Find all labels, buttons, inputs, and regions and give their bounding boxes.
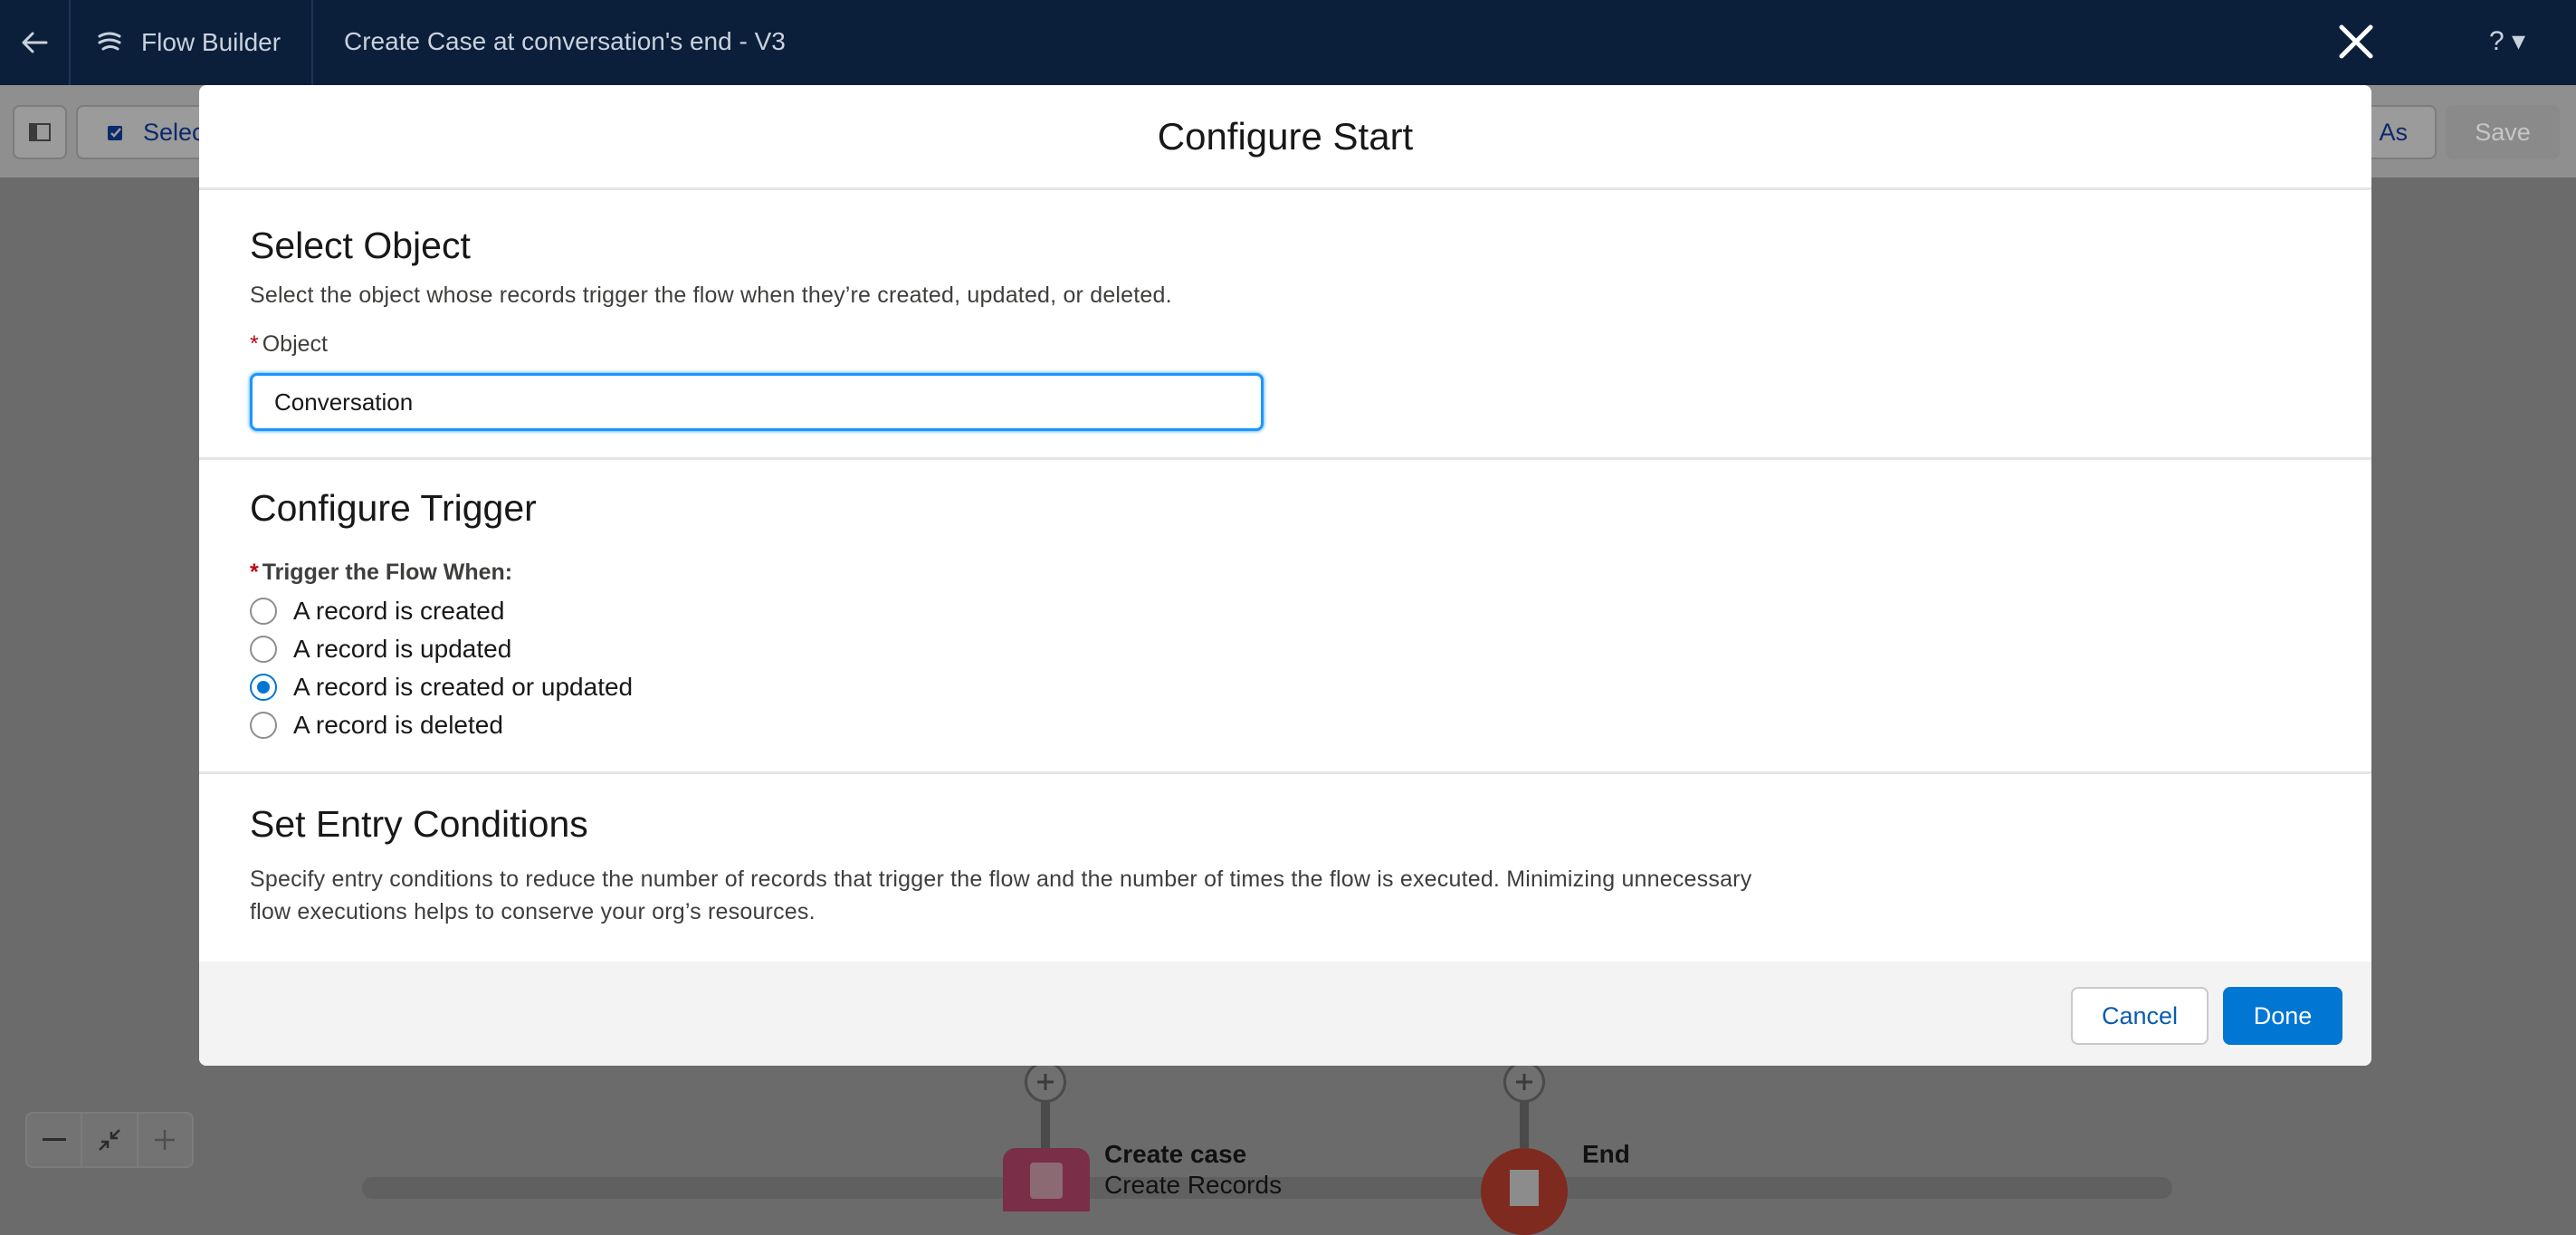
object-input[interactable] xyxy=(250,373,1264,431)
description-line-1: Specify entry conditions to reduce the n… xyxy=(250,866,1752,892)
radio-option-created[interactable]: A record is created xyxy=(250,597,504,626)
end-node-label: End xyxy=(1582,1139,1630,1170)
section-heading: Set Entry Conditions xyxy=(250,803,588,845)
configure-trigger-section: Configure Trigger * Trigger the Flow When… xyxy=(199,460,2371,774)
radio-button[interactable] xyxy=(250,598,277,625)
zoom-in-button[interactable] xyxy=(138,1114,192,1166)
save-button[interactable]: Save xyxy=(2446,105,2560,159)
panel-icon xyxy=(29,123,51,141)
select-object-section: Select Object Select the object whose re… xyxy=(199,190,2371,460)
section-description: Select the object whose records trigger … xyxy=(250,282,1172,308)
modal-title: Configure Start xyxy=(1157,114,1414,158)
app-header: Flow Builder Create Case at conversation… xyxy=(0,0,2576,85)
zoom-out-button[interactable] xyxy=(27,1114,83,1166)
create-records-node-icon[interactable] xyxy=(1003,1148,1090,1211)
section-heading: Select Object xyxy=(250,225,471,266)
node-title: Create case xyxy=(1104,1140,1247,1168)
add-element-button[interactable] xyxy=(1503,1061,1545,1103)
node-title: End xyxy=(1582,1140,1630,1168)
object-field-label: * Object xyxy=(250,331,328,358)
checkbox-icon xyxy=(108,126,122,140)
node-subtitle: Create Records xyxy=(1104,1171,1283,1199)
end-node-icon xyxy=(1481,1148,1568,1235)
radio-button[interactable] xyxy=(250,712,277,739)
entry-conditions-section: Set Entry Conditions Specify entry condi… xyxy=(199,774,2371,964)
radio-option-created-or-updated[interactable]: A record is created or updated xyxy=(250,673,633,702)
radio-button-selected[interactable] xyxy=(250,674,277,701)
stop-icon xyxy=(1510,1170,1539,1206)
trigger-field-label: * Trigger the Flow When: xyxy=(250,560,512,586)
plus-icon xyxy=(1516,1074,1532,1090)
configure-start-modal: Configure Start Select Object Select the… xyxy=(199,85,2371,1066)
section-description: Specify entry conditions to reduce the n… xyxy=(250,863,1807,928)
radio-label: A record is created xyxy=(293,597,505,625)
required-indicator: * xyxy=(250,331,259,357)
radio-option-updated[interactable]: A record is updated xyxy=(250,635,511,664)
flow-name: Create Case at conversation's end - V3 xyxy=(344,27,786,55)
zoom-controls xyxy=(25,1112,194,1168)
clipboard-icon xyxy=(1030,1163,1063,1199)
description-line-2: flow executions helps to conserve your o… xyxy=(250,899,816,924)
minus-icon xyxy=(42,1138,66,1141)
radio-label: A record is created or updated xyxy=(293,673,634,701)
close-icon xyxy=(2339,24,2373,59)
app-brand: Flow Builder xyxy=(71,0,313,85)
section-heading: Configure Trigger xyxy=(250,487,537,529)
radio-button[interactable] xyxy=(250,636,277,663)
done-button[interactable]: Done xyxy=(2223,987,2342,1045)
close-modal-button[interactable] xyxy=(2333,16,2379,67)
modal-header: Configure Start xyxy=(199,85,2371,190)
select-label: Selec xyxy=(143,118,205,146)
back-button[interactable] xyxy=(0,0,71,85)
flow-icon xyxy=(98,32,121,51)
shrink-icon xyxy=(99,1129,120,1151)
radio-label: A record is deleted xyxy=(293,711,503,739)
required-indicator: * xyxy=(250,560,259,585)
radio-option-deleted[interactable]: A record is deleted xyxy=(250,711,503,740)
create-case-node-label[interactable]: Create case Create Records xyxy=(1104,1139,1282,1201)
fit-view-button[interactable] xyxy=(82,1114,138,1166)
cancel-button[interactable]: Cancel xyxy=(2071,987,2209,1045)
object-label-text: Object xyxy=(262,331,328,357)
modal-footer: Cancel Done xyxy=(199,962,2371,1066)
plus-icon xyxy=(1037,1074,1054,1090)
add-element-button[interactable] xyxy=(1025,1061,1066,1103)
plus-icon xyxy=(155,1130,176,1150)
radio-label: A record is updated xyxy=(293,635,512,663)
help-menu[interactable]: ? ▾ xyxy=(2489,25,2525,57)
toggle-panel-button[interactable] xyxy=(13,105,67,159)
brand-label: Flow Builder xyxy=(141,28,281,56)
save-as-label: As xyxy=(2379,118,2408,146)
arrow-left-icon xyxy=(22,32,48,53)
trigger-label-text: Trigger the Flow When: xyxy=(262,560,513,585)
